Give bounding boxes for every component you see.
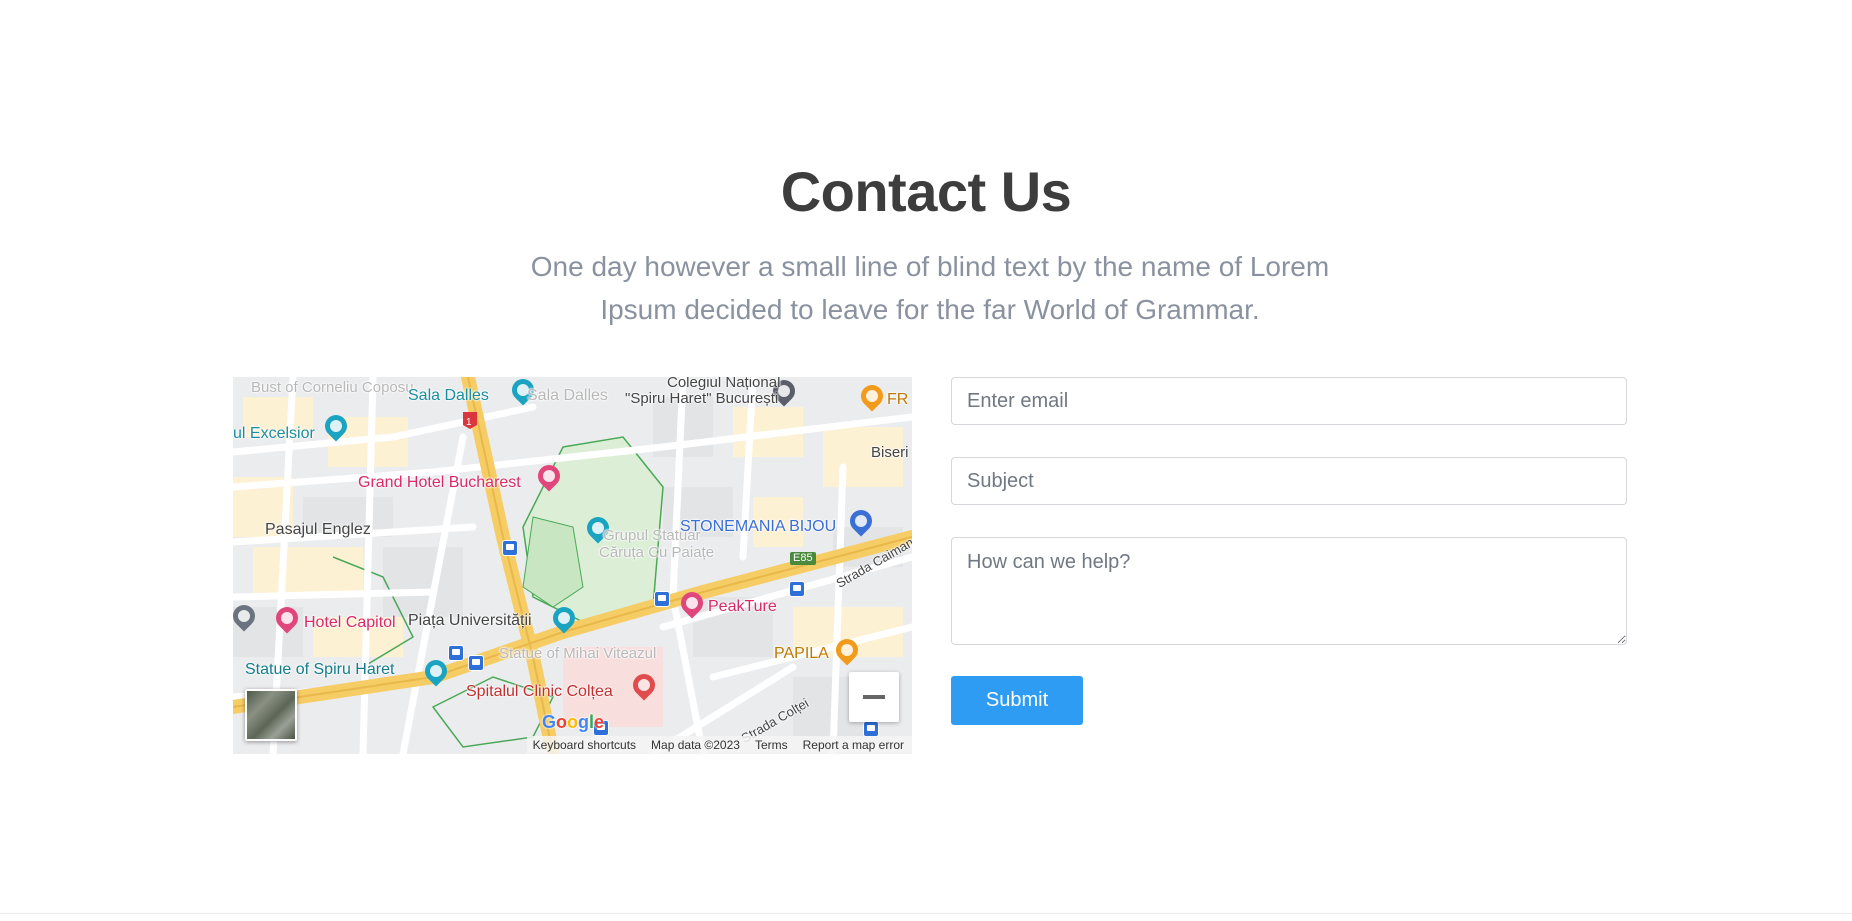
- map-label: Statue of Mihai Viteazul: [499, 645, 657, 662]
- google-map[interactable]: Bust of Corneliu Coposu Sala Dalles Sala…: [233, 377, 912, 754]
- bus-stop-icon[interactable]: [863, 721, 879, 737]
- map-label: Spitalul Clinic Colțea: [466, 683, 613, 700]
- email-field[interactable]: [951, 377, 1627, 425]
- bus-stop-icon[interactable]: [654, 591, 670, 607]
- section-subtitle: One day however a small line of blind te…: [530, 251, 1330, 325]
- keyboard-shortcuts-link[interactable]: Keyboard shortcuts: [533, 738, 636, 752]
- map-label: "Spiru Haret" București: [625, 390, 779, 407]
- map-label: STONEMANIA BIJOU: [680, 518, 837, 535]
- map-label: PAPILA: [774, 645, 829, 662]
- map-data-attribution: Map data ©2023: [651, 738, 740, 752]
- bus-stop-icon[interactable]: [789, 581, 805, 597]
- map-label: ul Excelsior: [233, 425, 315, 442]
- map-label: Biseri: [871, 444, 909, 461]
- bus-stop-icon[interactable]: [468, 655, 484, 671]
- subject-field[interactable]: [951, 457, 1627, 505]
- contact-section: Contact Us One day however a small line …: [0, 0, 1852, 921]
- map-label: Grand Hotel Bucharest: [358, 474, 521, 491]
- route-shield: E85: [790, 552, 816, 565]
- google-logo: Google: [542, 712, 605, 732]
- map-label: Piața Universității: [408, 612, 532, 629]
- map-label: Sala Dalles: [408, 387, 489, 404]
- map-label: Sala Dalles: [527, 387, 608, 404]
- report-map-error-link[interactable]: Report a map error: [803, 738, 904, 752]
- map-label: Statue of Spiru Haret: [245, 661, 395, 678]
- submit-button[interactable]: Submit: [951, 676, 1083, 725]
- map-label: Bust of Corneliu Coposu: [251, 379, 414, 396]
- message-field[interactable]: [951, 537, 1627, 645]
- map-label: FR: [887, 391, 909, 408]
- map-label: Hotel Capitol: [304, 614, 396, 631]
- bus-stop-icon[interactable]: [448, 645, 464, 661]
- map-label: Pasajul Englez: [265, 521, 371, 538]
- satellite-layer-toggle[interactable]: [245, 689, 297, 741]
- bus-stop-icon[interactable]: [502, 540, 518, 556]
- map-footer: Keyboard shortcuts Map data ©2023 Terms …: [526, 736, 912, 754]
- page-title: Contact Us: [780, 160, 1072, 223]
- map-label: PeakTure: [708, 598, 777, 615]
- section-divider: [0, 913, 1852, 914]
- zoom-out-button[interactable]: [849, 672, 899, 722]
- road-number: 1: [466, 417, 472, 428]
- terms-link[interactable]: Terms: [755, 738, 788, 752]
- map-label: Căruța Cu Paiațe: [599, 544, 715, 561]
